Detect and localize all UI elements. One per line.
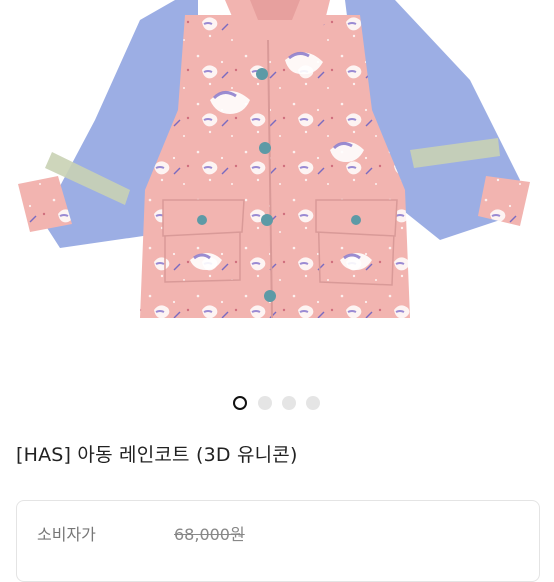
consumer-price-label: 소비자가 bbox=[37, 525, 96, 544]
carousel-dot-4[interactable] bbox=[306, 396, 320, 410]
carousel-dot-1[interactable] bbox=[233, 396, 247, 410]
carousel-indicator bbox=[0, 396, 554, 412]
product-image-gallery[interactable] bbox=[0, 0, 554, 382]
price-info-box: 소비자가 68,000원 bbox=[16, 500, 540, 582]
carousel-dot-2[interactable] bbox=[258, 396, 272, 410]
raincoat-image bbox=[18, 0, 530, 319]
consumer-price-value: 68,000원 bbox=[174, 525, 245, 544]
product-title: [HAS] 아동 레인코트 (3D 유니콘) bbox=[16, 444, 298, 466]
carousel-dot-3[interactable] bbox=[282, 396, 296, 410]
